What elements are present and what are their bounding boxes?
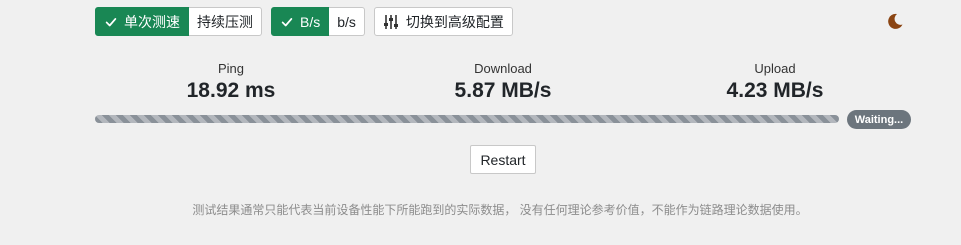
single-test-button[interactable]: 单次测速	[95, 7, 189, 36]
upload-value: 4.23 MB/s	[726, 79, 824, 102]
toolbar: 单次测速 持续压测 B/s b/s 切换到高级配置	[95, 7, 513, 36]
bytes-unit-button[interactable]: B/s	[271, 7, 330, 36]
ping-label: Ping	[217, 61, 245, 76]
ping-metric: Ping 18.92 ms	[187, 60, 276, 104]
unit-toggle-group: B/s b/s	[271, 7, 365, 36]
upload-label: Upload	[754, 61, 796, 76]
download-label: Download	[474, 61, 532, 76]
download-metric: Download 5.87 MB/s	[455, 60, 552, 104]
check-icon	[281, 17, 293, 26]
progress-fill	[95, 115, 839, 123]
bytes-unit-label: B/s	[300, 13, 321, 30]
mode-toggle-group: 单次测速 持续压测	[95, 7, 262, 36]
bits-unit-label: b/s	[337, 13, 356, 30]
check-icon	[105, 17, 117, 26]
progress-bar	[95, 115, 839, 123]
restart-button[interactable]: Restart	[470, 145, 536, 174]
upload-metric: Upload 4.23 MB/s	[727, 60, 824, 104]
ping-value: 18.92 ms	[186, 79, 276, 102]
single-test-label: 单次测速	[124, 13, 180, 30]
sliders-icon	[383, 14, 398, 29]
disclaimer-text: 测试结果通常只能代表当前设备性能下所能跑到的实际数据， 没有任何理论参考价值，不…	[192, 203, 808, 217]
advanced-config-button[interactable]: 切换到高级配置	[373, 7, 513, 36]
moon-icon[interactable]	[886, 12, 904, 30]
metrics-panel: Ping 18.92 ms Download 5.87 MB/s Upload …	[0, 60, 961, 110]
continuous-test-label: 持续压测	[197, 13, 253, 30]
status-badge: Waiting...	[847, 110, 911, 129]
advanced-config-label: 切换到高级配置	[405, 13, 504, 30]
bits-unit-button[interactable]: b/s	[329, 7, 365, 36]
continuous-test-button[interactable]: 持续压测	[189, 7, 262, 36]
download-value: 5.87 MB/s	[454, 79, 552, 102]
